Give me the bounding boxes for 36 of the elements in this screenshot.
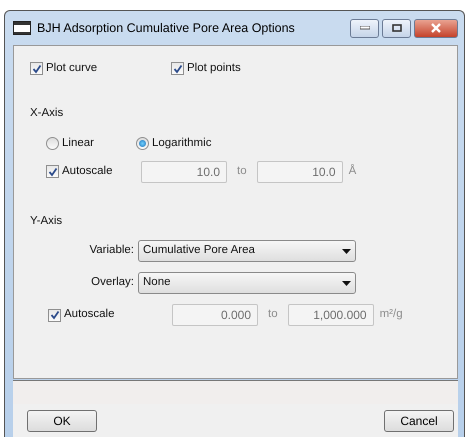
caret-icon	[342, 280, 351, 286]
checkbox[interactable]	[171, 62, 184, 76]
section-heading: X-Axis	[30, 106, 64, 122]
radio-label: Logarithmic	[152, 136, 212, 150]
checkbox-label: Autoscale	[64, 307, 115, 322]
unit-label: m²/g	[380, 307, 403, 322]
window-title: BJH Adsorption Cumulative Pore Area Options	[37, 20, 295, 37]
checkbox-label: Plot curve	[46, 61, 98, 76]
dialog-button[interactable]: Cancel	[384, 410, 454, 432]
checkbox[interactable]	[46, 165, 59, 178]
checkbox-label: Plot points	[187, 61, 241, 76]
minimize-icon	[360, 26, 370, 30]
dropdown[interactable]: None	[138, 272, 356, 294]
minimize-button[interactable]	[350, 18, 379, 38]
checkbox-label: Autoscale	[62, 164, 113, 180]
dropdown-value: None	[143, 275, 170, 290]
caret-icon	[342, 248, 351, 254]
dropdown-value: Cumulative Pore Area	[143, 243, 255, 258]
checkbox[interactable]	[30, 62, 43, 76]
radio-button[interactable]	[136, 136, 149, 150]
close-button[interactable]	[414, 18, 458, 38]
checkbox[interactable]	[48, 308, 61, 322]
dialog-button[interactable]: OK	[27, 410, 97, 432]
maximize-button[interactable]	[382, 18, 411, 38]
radio-button[interactable]	[46, 136, 59, 150]
section-heading: Y-Axis	[30, 214, 64, 229]
unit-label: Å	[348, 163, 356, 180]
maximize-icon	[392, 24, 402, 32]
window-icon	[13, 21, 31, 35]
to-label: to	[268, 307, 278, 322]
dropdown[interactable]: Cumulative Pore Area	[138, 240, 356, 262]
field-label: Overlay:	[90, 275, 134, 290]
to-label: to	[237, 164, 247, 180]
field-label: Variable:	[88, 243, 134, 258]
radio-label: Linear	[62, 136, 94, 150]
close-icon	[430, 23, 442, 33]
